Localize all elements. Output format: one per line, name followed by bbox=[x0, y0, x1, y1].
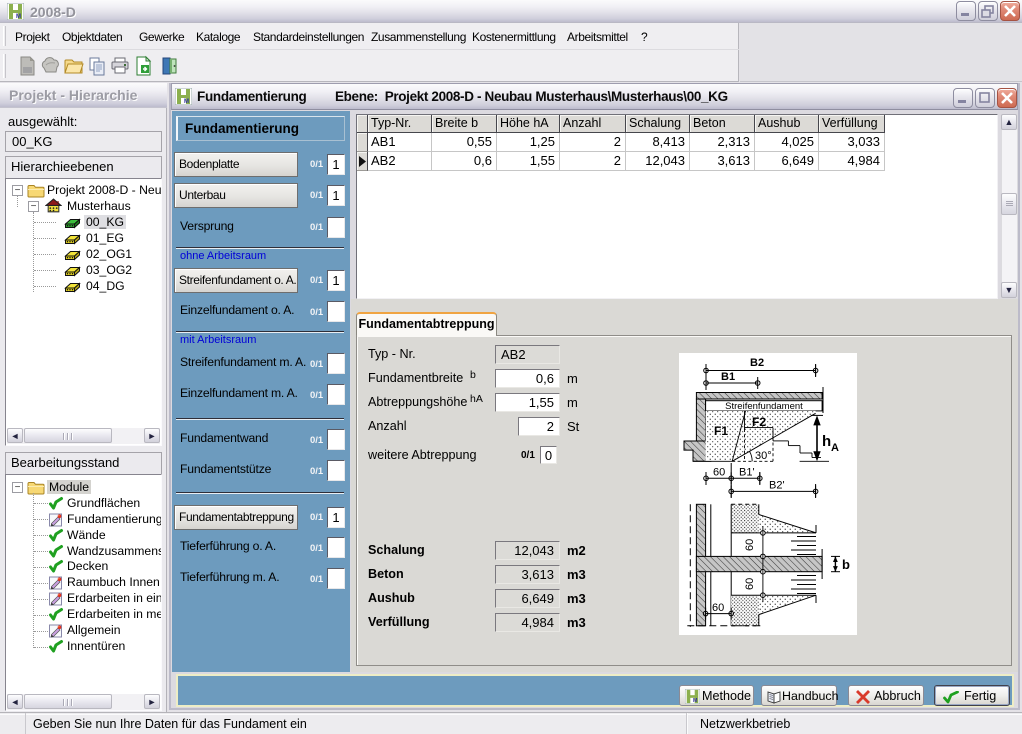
svg-text:B1': B1' bbox=[739, 467, 755, 479]
svg-text:B2': B2' bbox=[769, 480, 785, 492]
svg-text:B2: B2 bbox=[750, 357, 764, 369]
svg-text:M: M bbox=[184, 99, 189, 105]
svg-text:60: 60 bbox=[744, 539, 756, 551]
svg-text:h: h bbox=[822, 433, 831, 450]
svg-text:30°: 30° bbox=[755, 450, 772, 462]
svg-text:M: M bbox=[16, 14, 21, 20]
svg-text:60: 60 bbox=[744, 578, 756, 590]
svg-text:b: b bbox=[842, 557, 850, 572]
svg-text:F2: F2 bbox=[752, 415, 766, 429]
svg-text:Streifenfundament: Streifenfundament bbox=[725, 401, 803, 412]
svg-text:B1: B1 bbox=[721, 371, 735, 383]
svg-text:M: M bbox=[693, 698, 698, 704]
svg-text:A: A bbox=[831, 442, 839, 454]
svg-text:F1: F1 bbox=[714, 424, 728, 438]
svg-text:60: 60 bbox=[713, 467, 725, 479]
svg-text:60: 60 bbox=[712, 602, 724, 614]
